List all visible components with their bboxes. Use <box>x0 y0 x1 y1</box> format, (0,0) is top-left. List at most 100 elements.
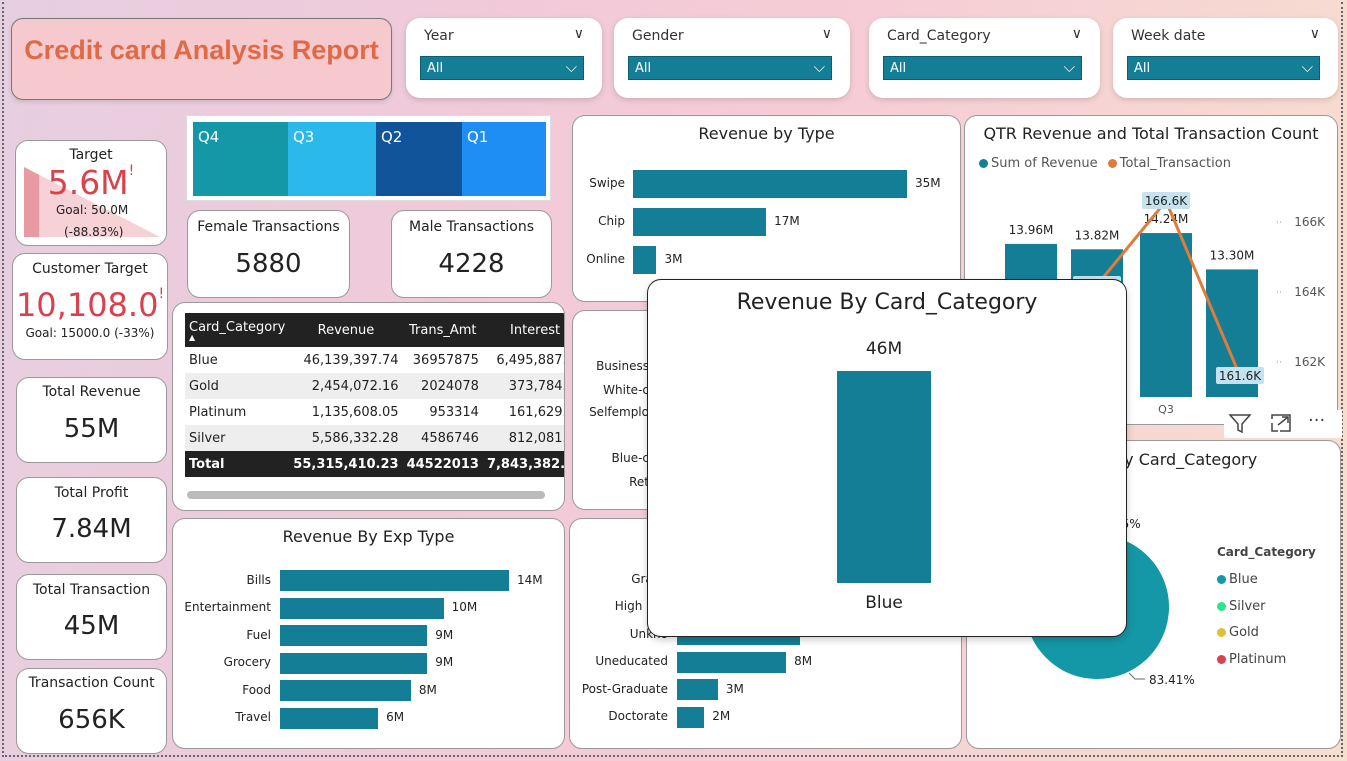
slicer-year[interactable]: Year ∨ All ⌵ <box>406 18 602 98</box>
slicer-dropdown-gender[interactable]: All ⌵ <box>628 56 832 80</box>
legend-item[interactable]: Blue <box>1217 567 1286 594</box>
dropdown-arrow-icon[interactable]: ⌵ <box>1064 58 1075 76</box>
slicer-dropdown-year[interactable]: All ⌵ <box>420 56 584 80</box>
chart-title: Revenue by Type <box>698 124 835 143</box>
bar[interactable] <box>633 208 767 236</box>
category-label: Selfemplo <box>589 405 649 419</box>
bar[interactable] <box>280 707 379 729</box>
table-header-cell[interactable]: Revenue <box>289 313 403 347</box>
table-header-cell[interactable]: Interest <box>482 313 564 347</box>
data-label: 3M <box>664 252 683 266</box>
table-header-cell[interactable]: Trans_Amt <box>402 313 483 347</box>
quarter-tile-q3[interactable]: Q3 <box>288 122 376 196</box>
table-cell: Silver <box>185 425 290 451</box>
bar[interactable] <box>280 570 509 591</box>
slicer-dropdown-week-date[interactable]: All ⌵ <box>1127 56 1320 80</box>
category-label: Food <box>242 682 271 697</box>
chevron-down-icon[interactable]: ∨ <box>1072 26 1082 42</box>
bar[interactable] <box>280 597 444 619</box>
slicer-card-category[interactable]: Card_Category ∨ All ⌵ <box>869 18 1100 98</box>
table-row[interactable]: Gold 2,454,072.16 2024078 373,784.16 <box>185 373 564 399</box>
bar[interactable] <box>633 170 907 198</box>
legend-item[interactable]: Gold <box>1217 620 1286 647</box>
table-cell: 4586746 <box>402 425 483 451</box>
bar[interactable] <box>677 679 718 700</box>
bar[interactable] <box>677 651 787 673</box>
kpi-title: Female Transactions <box>197 219 340 235</box>
kpi-transaction-count[interactable]: Transaction Count 656K <box>16 668 167 754</box>
dropdown-arrow-icon[interactable]: ⌵ <box>1302 58 1313 76</box>
revenue-by-type-chart[interactable]: Revenue by Type Swipe 35M Chip 17M Online 3M <box>572 115 961 302</box>
bar[interactable] <box>677 706 705 728</box>
focus-mode-icon[interactable] <box>1270 413 1292 433</box>
category-label: Blue-c <box>611 451 649 465</box>
table-header-cell[interactable]: Card_Category ▲ <box>185 313 290 347</box>
table-row[interactable]: Silver 5,586,332.28 4586746 812,081.28 <box>185 425 564 451</box>
data-table: Card_Category ▲ Revenue Trans_Amt Interes… <box>185 313 564 477</box>
chevron-down-icon[interactable]: ∨ <box>1310 26 1320 42</box>
table-cell: 5,586,332.28 <box>289 425 403 451</box>
axis-tick-label: Q3 <box>1158 403 1174 416</box>
dropdown-arrow-icon[interactable]: ⌵ <box>566 58 577 76</box>
data-label: 14M <box>517 572 543 587</box>
bar[interactable] <box>280 680 411 701</box>
header-text: Card_Category <box>189 319 286 335</box>
revenue-by-exp-type-chart[interactable]: Revenue By Exp Type Bills 14M Entertainmen… <box>172 518 565 749</box>
more-options-icon[interactable]: ··· <box>1308 410 1325 431</box>
slicer-gender[interactable]: Gender ∨ All ⌵ <box>614 18 850 98</box>
kpi-target[interactable]: Target 5.6M! Goal: 50.0M (-88.83%) <box>15 140 167 246</box>
horizontal-scrollbar[interactable] <box>187 491 545 499</box>
legend-label: Gold <box>1229 625 1259 640</box>
quarter-slicer: Q4 Q3 Q2 Q1 <box>186 115 551 201</box>
data-label: 8M <box>418 682 437 697</box>
table-cell: 953314 <box>429 404 479 420</box>
slicer-week-date[interactable]: Week date ∨ All ⌵ <box>1113 18 1338 98</box>
quarter-tile-q4[interactable]: Q4 <box>193 122 288 196</box>
kpi-female-transactions[interactable]: Female Transactions 5880 <box>187 210 350 298</box>
chevron-down-icon[interactable]: ∨ <box>822 26 832 42</box>
table-cell: 2024078 <box>402 373 483 399</box>
axis-tick-label: 164K <box>1294 285 1326 299</box>
bar[interactable] <box>1140 233 1192 397</box>
filter-icon[interactable] <box>1228 412 1252 434</box>
table-row[interactable]: Blue 46,139,397.74 36957875 6,495,887.74 <box>185 347 564 373</box>
legend-dot <box>1217 628 1226 637</box>
chevron-down-icon[interactable]: ∨ <box>574 26 584 42</box>
kpi-customer-target[interactable]: Customer Target 10,108.0! Goal: 15000.0 … <box>12 253 168 360</box>
visual-header-toolbar: ··· <box>1224 410 1342 438</box>
legend-label: Blue <box>1229 572 1258 587</box>
report-title-box: Credit card Analysis Report <box>11 18 392 100</box>
data-label: 10M <box>451 600 478 614</box>
card-category-table[interactable]: Card_Category ▲ Revenue Trans_Amt Interes… <box>172 302 565 511</box>
bar[interactable] <box>837 371 931 583</box>
kpi-value: 656K <box>58 705 125 735</box>
category-label: Grocery <box>223 655 271 669</box>
quarter-tile-q2[interactable]: Q2 <box>376 122 462 196</box>
kpi-pct: (-88.83%) <box>64 225 124 239</box>
dropdown-arrow-icon[interactable]: ⌵ <box>814 58 825 76</box>
data-label: 9M <box>435 627 454 642</box>
legend-item[interactable]: Platinum <box>1217 647 1286 674</box>
slicer-value: All <box>635 61 652 76</box>
legend-item[interactable]: Silver <box>1217 594 1286 621</box>
kpi-goal: Goal: 50.0M <box>56 203 129 217</box>
kpi-total-revenue[interactable]: Total Revenue 55M <box>16 377 167 463</box>
data-label: 166.6K <box>1145 194 1188 208</box>
bar[interactable] <box>280 652 428 674</box>
table-cell: 2,454,072.16 <box>289 373 403 399</box>
table-cell: 55,315,410.23 <box>289 451 403 477</box>
data-label: 35M <box>915 176 941 190</box>
kpi-flag: ! <box>128 163 135 179</box>
sort-ascending-icon[interactable]: ▲ <box>189 333 285 341</box>
table-row[interactable]: Platinum 1,135,608.05 953314 161,629.05 <box>185 399 564 425</box>
legend-dot <box>1217 654 1226 664</box>
leader-line <box>1128 672 1145 680</box>
bar[interactable] <box>280 625 428 646</box>
kpi-total-transaction[interactable]: Total Transaction 45M <box>16 574 167 660</box>
data-label: 161.6K <box>1219 369 1262 383</box>
slicer-dropdown-card-category[interactable]: All ⌵ <box>883 56 1082 80</box>
table-cell: Total <box>185 451 290 477</box>
bar[interactable] <box>633 246 657 274</box>
category-label: Business <box>596 359 649 373</box>
kpi-total-profit[interactable]: Total Profit 7.84M <box>16 477 167 563</box>
